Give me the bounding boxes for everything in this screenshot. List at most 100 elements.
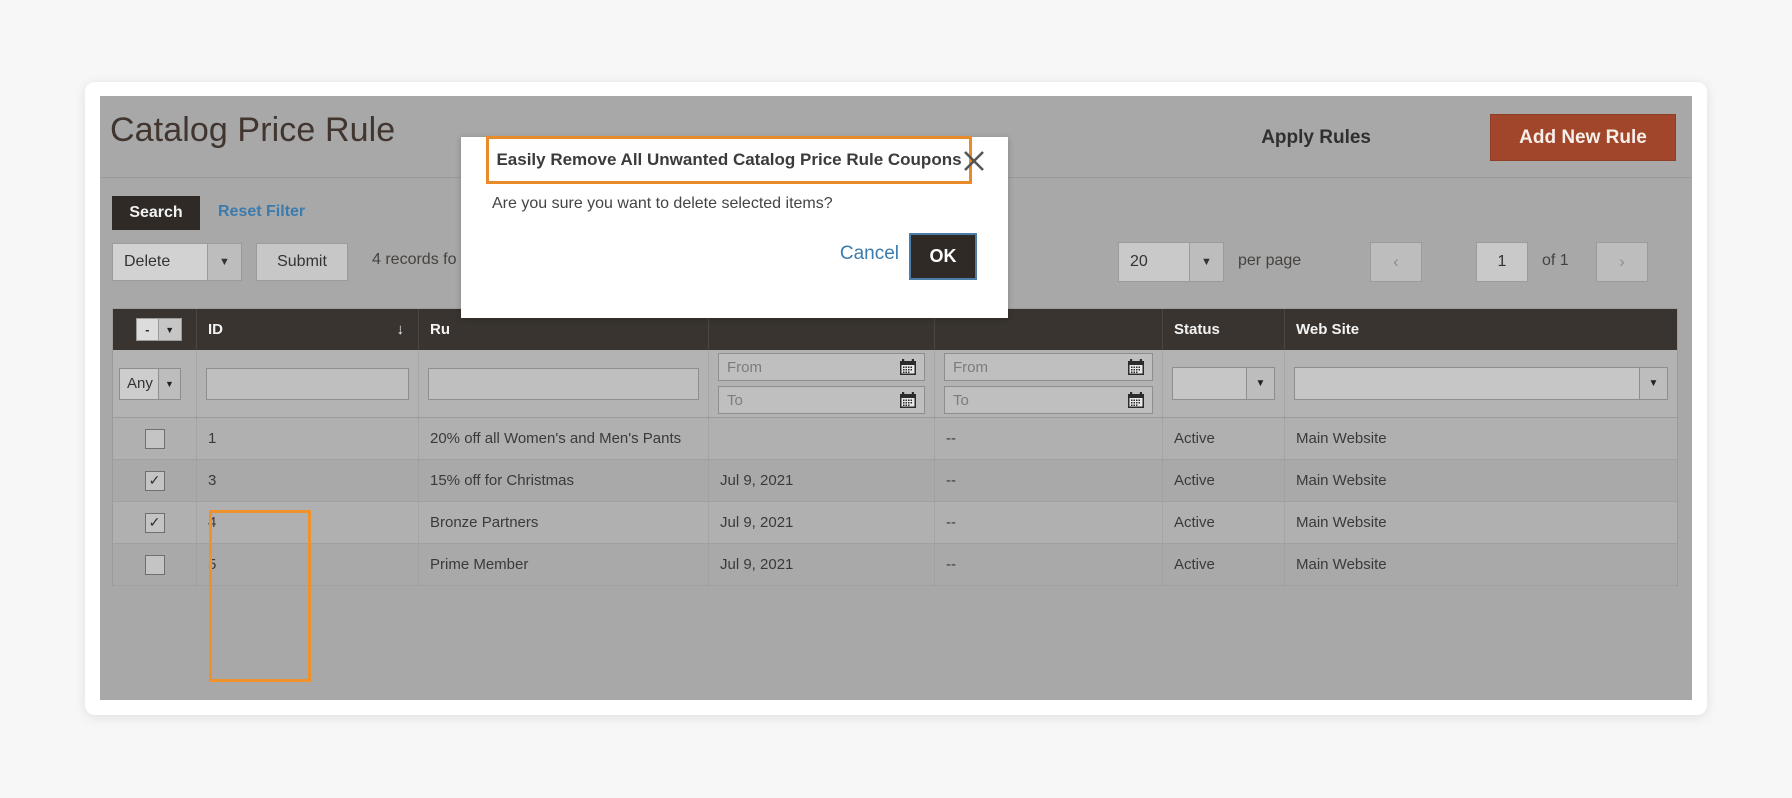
- ok-button[interactable]: OK: [909, 233, 977, 280]
- row-website: Main Website: [1296, 514, 1387, 531]
- grid-filter-row: Any ▼ From To From To ▼ ▼: [113, 350, 1677, 418]
- search-button[interactable]: Search: [112, 196, 200, 230]
- previous-page-button[interactable]: ‹: [1370, 242, 1422, 282]
- row-checkbox[interactable]: ✓: [144, 512, 165, 533]
- grid-header-checkbox[interactable]: - ▼: [113, 309, 197, 350]
- close-icon[interactable]: [958, 145, 990, 177]
- table-row[interactable]: 5 Prime Member Jul 9, 2021 -- Active Mai…: [113, 544, 1677, 586]
- chevron-down-icon: ▼: [1189, 243, 1223, 281]
- row-checkbox-cell[interactable]: ✓: [113, 460, 197, 501]
- end-date-from-field[interactable]: From: [944, 353, 1153, 381]
- total-pages-label: of 1: [1542, 252, 1569, 269]
- chevron-down-icon: ▼: [1246, 368, 1274, 399]
- row-id: 3: [197, 460, 419, 501]
- chevron-right-icon: ›: [1619, 252, 1625, 271]
- row-rule-name: Bronze Partners: [419, 502, 709, 543]
- row-end-date: --: [935, 460, 1163, 501]
- pagination-controls: 20 ▼ per page ‹ 1 of 1 ›: [1118, 242, 1678, 282]
- per-page-value: 20: [1130, 253, 1148, 270]
- end-date-to-field[interactable]: To: [944, 386, 1153, 414]
- chevron-down-icon: ▼: [158, 368, 180, 399]
- per-page-select[interactable]: 20 ▼: [1118, 242, 1224, 282]
- table-row[interactable]: ✓ 3 15% off for Christmas Jul 9, 2021 --…: [113, 460, 1677, 502]
- website-filter-select[interactable]: ▼: [1294, 367, 1668, 400]
- row-checkbox[interactable]: [144, 554, 165, 575]
- filter-cell-checkbox: Any ▼: [113, 350, 197, 417]
- row-end-date: --: [935, 418, 1163, 459]
- row-id: 5: [197, 544, 419, 585]
- row-status: Active: [1163, 418, 1285, 459]
- grid-header-status[interactable]: Status: [1163, 309, 1285, 350]
- row-start-date: [709, 418, 935, 459]
- row-website: Main Website: [1296, 472, 1387, 489]
- select-all-value: -: [136, 319, 158, 340]
- row-status: Active: [1163, 544, 1285, 585]
- reset-filter-link[interactable]: Reset Filter: [218, 203, 305, 221]
- add-new-rule-button[interactable]: Add New Rule: [1490, 114, 1676, 161]
- row-rule-name: 20% off all Women's and Men's Pants: [419, 418, 709, 459]
- price-rules-grid: - ▼ ID ↓ Ru Status Web Site Any ▼ From T…: [112, 308, 1678, 586]
- start-date-to-placeholder: To: [727, 391, 743, 409]
- filter-cell-id: [197, 350, 419, 417]
- start-date-to-field[interactable]: To: [718, 386, 925, 414]
- filter-cell-website: ▼: [1285, 350, 1677, 417]
- status-filter-select[interactable]: ▼: [1172, 367, 1275, 400]
- row-checkbox[interactable]: ✓: [144, 470, 165, 491]
- end-date-from-placeholder: From: [953, 358, 988, 376]
- row-start-date: Jul 9, 2021: [709, 502, 935, 543]
- row-checkbox[interactable]: [144, 428, 165, 449]
- grid-header-website[interactable]: Web Site: [1285, 309, 1677, 350]
- rule-filter-input[interactable]: [428, 367, 699, 400]
- filter-cell-start-date: From To: [709, 350, 935, 417]
- row-end-date: --: [935, 544, 1163, 585]
- calendar-icon[interactable]: [1126, 390, 1146, 415]
- select-all-control[interactable]: - ▼: [135, 318, 182, 341]
- filter-cell-status: ▼: [1163, 350, 1285, 417]
- row-checkbox-cell[interactable]: [113, 418, 197, 459]
- row-start-date: Jul 9, 2021: [709, 460, 935, 501]
- calendar-icon[interactable]: [1126, 357, 1146, 382]
- id-filter-input[interactable]: [206, 367, 409, 400]
- modal-title: Easily Remove All Unwanted Catalog Price…: [496, 150, 962, 169]
- row-status: Active: [1163, 502, 1285, 543]
- start-date-from-placeholder: From: [727, 358, 762, 376]
- records-found-label: 4 records fo: [372, 251, 457, 268]
- apply-rules-button[interactable]: Apply Rules: [1255, 126, 1377, 150]
- submit-button[interactable]: Submit: [256, 243, 348, 281]
- row-rule-name: 15% off for Christmas: [419, 460, 709, 501]
- end-date-to-placeholder: To: [953, 391, 969, 409]
- row-end-date: --: [935, 502, 1163, 543]
- per-page-label: per page: [1238, 252, 1302, 269]
- filter-cell-rule: [419, 350, 709, 417]
- current-page-input[interactable]: 1: [1476, 242, 1528, 282]
- current-page-value: 1: [1497, 253, 1507, 270]
- screenshot-root: Catalog Price Rule Apply Rules Add New R…: [0, 0, 1792, 798]
- checkbox-filter-value: Any: [127, 375, 153, 392]
- start-date-from-field[interactable]: From: [718, 353, 925, 381]
- checkbox-filter-select[interactable]: Any ▼: [119, 367, 181, 400]
- calendar-icon[interactable]: [898, 357, 918, 382]
- next-page-button[interactable]: ›: [1596, 242, 1648, 282]
- row-checkbox-cell[interactable]: [113, 544, 197, 585]
- mass-action-select[interactable]: Delete ▼: [112, 243, 242, 281]
- grid-header-website-label: Web Site: [1296, 321, 1360, 338]
- modal-message: Are you sure you want to delete selected…: [492, 195, 833, 212]
- mass-action-value: Delete: [124, 253, 171, 270]
- grid-header-rule-label: Ru: [430, 321, 450, 338]
- modal-title-highlight: Easily Remove All Unwanted Catalog Price…: [486, 136, 972, 184]
- chevron-down-icon: ▼: [207, 244, 241, 280]
- table-row[interactable]: ✓ 4 Bronze Partners Jul 9, 2021 -- Activ…: [113, 502, 1677, 544]
- grid-header-status-label: Status: [1174, 321, 1220, 338]
- chevron-left-icon: ‹: [1393, 252, 1399, 271]
- grid-header-id-label: ID: [208, 321, 223, 338]
- filter-cell-end-date: From To: [935, 350, 1163, 417]
- table-row[interactable]: 1 20% off all Women's and Men's Pants --…: [113, 418, 1677, 460]
- cancel-button[interactable]: Cancel: [834, 242, 905, 266]
- row-website: Main Website: [1296, 556, 1387, 573]
- row-status: Active: [1163, 460, 1285, 501]
- row-checkbox-cell[interactable]: ✓: [113, 502, 197, 543]
- calendar-icon[interactable]: [898, 390, 918, 415]
- grid-header-id[interactable]: ID ↓: [197, 309, 419, 350]
- chevron-down-icon: ▼: [158, 319, 181, 340]
- row-website: Main Website: [1296, 430, 1387, 447]
